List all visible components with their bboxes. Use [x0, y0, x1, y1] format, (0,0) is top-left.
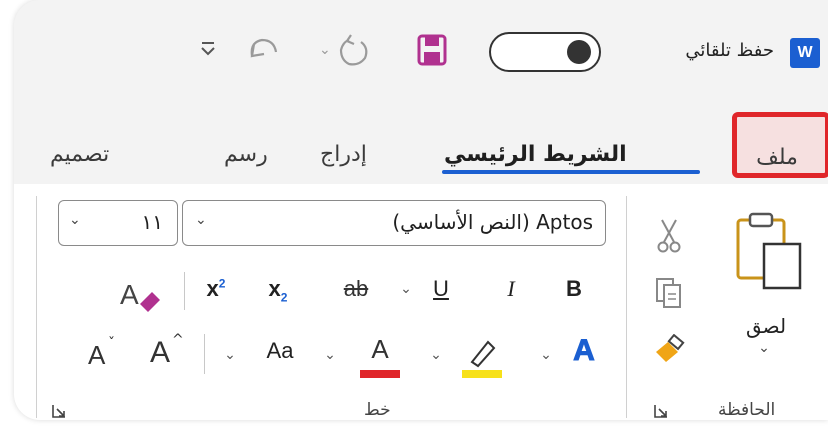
screenshot-frame: W حفظ تلقائي ⌄ ملف الشريط الرئيسي إدراج …: [0, 0, 828, 433]
grow-font-letter: A: [150, 336, 171, 369]
undo-dropdown-icon[interactable]: ⌄: [319, 42, 331, 58]
font-size-value: ١١: [141, 210, 163, 234]
save-icon[interactable]: [417, 34, 447, 66]
bold-button[interactable]: B: [559, 276, 589, 302]
shrink-arrow-icon: ˇ: [108, 336, 115, 352]
ribbon-tabs: ملف الشريط الرئيسي إدراج رسم تصميم: [14, 100, 828, 184]
word-app-icon[interactable]: W: [790, 38, 820, 68]
superscript-base: x: [206, 276, 219, 301]
subscript-mark-icon: 2: [280, 290, 288, 305]
subscript-base: x: [268, 276, 281, 301]
cut-icon[interactable]: [654, 218, 684, 254]
copy-icon[interactable]: [654, 276, 684, 310]
text-effects-dropdown-icon[interactable]: ⌄: [536, 346, 556, 363]
group-separator: [36, 196, 37, 418]
customize-toolbar-icon[interactable]: [197, 38, 219, 60]
italic-button[interactable]: I: [496, 276, 526, 302]
font-group-label: خط: [364, 400, 391, 420]
paste-icon[interactable]: [734, 208, 806, 294]
tab-draw[interactable]: رسم: [224, 142, 268, 167]
title-bar: W حفظ تلقائي ⌄: [14, 0, 828, 100]
grow-arrow-icon: ^: [172, 332, 184, 348]
toggle-knob: [567, 40, 591, 64]
underline-dropdown-icon[interactable]: ⌄: [396, 280, 416, 297]
svg-text:A: A: [120, 279, 139, 310]
autosave-toggle[interactable]: [489, 32, 601, 72]
autosave-label: حفظ تلقائي: [685, 40, 774, 61]
tab-file-label: ملف: [756, 145, 798, 170]
highlight-icon[interactable]: [458, 334, 508, 380]
font-launcher-icon[interactable]: [52, 404, 66, 418]
highlight-dropdown-icon[interactable]: ⌄: [426, 346, 446, 363]
font-name-value: Aptos (النص الأساسي): [392, 210, 593, 234]
group-separator: [626, 196, 627, 418]
divider: [204, 334, 205, 374]
tab-file[interactable]: ملف: [732, 112, 828, 178]
font-name-dropdown-icon[interactable]: ⌄: [195, 212, 207, 228]
clipboard-group-label: الحافظة: [718, 400, 776, 420]
font-color-swatch: [360, 370, 400, 378]
divider: [184, 272, 185, 310]
shrink-font-letter: A: [88, 340, 106, 370]
tab-design[interactable]: تصميم: [50, 142, 109, 167]
font-size-dropdown-icon[interactable]: ⌄: [69, 212, 81, 228]
paste-dropdown-icon[interactable]: ⌄: [749, 340, 779, 356]
font-size-combo[interactable]: ⌄ ١١: [58, 200, 178, 246]
font-color-button[interactable]: A: [358, 334, 402, 380]
shrink-font-button[interactable]: A ˇ: [84, 336, 128, 378]
clear-formatting-icon[interactable]: A: [118, 274, 168, 314]
font-color-dropdown-icon[interactable]: ⌄: [320, 346, 340, 363]
format-painter-icon[interactable]: [652, 334, 686, 368]
change-case-button[interactable]: Aa: [254, 338, 306, 364]
active-tab-indicator: [442, 170, 700, 174]
superscript-mark-icon: 2: [218, 276, 226, 291]
font-name-combo[interactable]: ⌄ Aptos (النص الأساسي): [182, 200, 606, 246]
undo-icon[interactable]: [337, 32, 371, 68]
tab-insert[interactable]: إدراج: [320, 142, 367, 167]
strikethrough-button[interactable]: ab: [336, 276, 376, 302]
text-effects-button[interactable]: A: [562, 334, 606, 368]
tab-home[interactable]: الشريط الرئيسي: [444, 142, 627, 167]
word-window: W حفظ تلقائي ⌄ ملف الشريط الرئيسي إدراج …: [14, 0, 828, 420]
font-color-letter: A: [371, 334, 389, 364]
clipboard-launcher-icon[interactable]: [654, 404, 668, 418]
subscript-button[interactable]: x2: [258, 276, 298, 304]
superscript-button[interactable]: x2: [196, 276, 236, 302]
change-case-dropdown-icon[interactable]: ⌄: [220, 346, 240, 363]
redo-icon[interactable]: [244, 30, 284, 70]
underline-button[interactable]: U: [426, 276, 456, 302]
grow-font-button[interactable]: A ^: [146, 332, 190, 374]
paste-label[interactable]: لصق: [726, 314, 806, 338]
